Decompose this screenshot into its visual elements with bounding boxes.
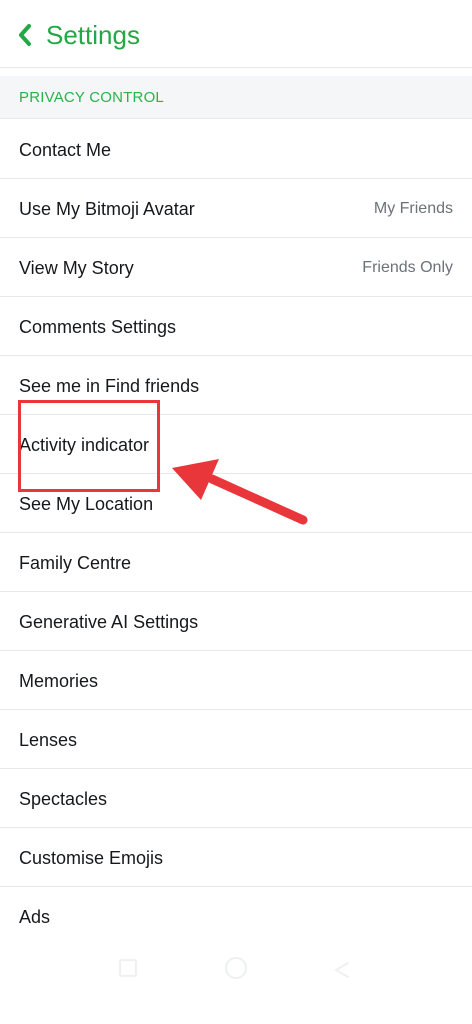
settings-row-activity-indicator[interactable]: Activity indicator [0, 415, 472, 474]
row-label: See me in Find friends [19, 376, 200, 396]
settings-row-find-friends[interactable]: See me in Find friends [0, 356, 472, 415]
app-header: Settings [0, 0, 472, 68]
home-button[interactable] [218, 950, 254, 986]
row-label: See My Location [19, 494, 154, 514]
settings-row-bitmoji-avatar[interactable]: Use My Bitmoji Avatar My Friends [0, 179, 472, 238]
settings-row-generative-ai[interactable]: Generative AI Settings [0, 592, 472, 651]
settings-row-spectacles[interactable]: Spectacles [0, 769, 472, 828]
section-header: PRIVACY CONTROL [0, 76, 472, 119]
row-label: Memories [19, 671, 99, 691]
row-label: Generative AI Settings [19, 612, 199, 632]
row-label: Use My Bitmoji Avatar [19, 199, 195, 219]
page-title: Settings [46, 20, 140, 50]
row-label: Customise Emojis [19, 848, 164, 868]
settings-row-lenses[interactable]: Lenses [0, 710, 472, 769]
settings-row-view-my-story[interactable]: View My Story Friends Only [0, 238, 472, 297]
settings-row-memories[interactable]: Memories [0, 651, 472, 710]
row-label: Comments Settings [19, 317, 177, 337]
recents-button[interactable] [110, 950, 146, 986]
row-value: My Friends [373, 200, 453, 217]
recents-icon [119, 959, 137, 977]
row-value: Friends Only [362, 259, 453, 276]
row-label: Contact Me [19, 140, 112, 160]
row-label: Activity indicator [19, 435, 150, 455]
settings-row-contact-me[interactable]: Contact Me [0, 120, 472, 179]
back-icon [335, 962, 349, 978]
system-nav-bar [0, 936, 472, 1024]
settings-row-see-my-location[interactable]: See My Location [0, 474, 472, 533]
row-label: Lenses [19, 730, 78, 750]
settings-row-family-centre[interactable]: Family Centre [0, 533, 472, 592]
section-label: PRIVACY CONTROL [19, 89, 164, 106]
row-label: Ads [19, 907, 51, 927]
settings-row-comments[interactable]: Comments Settings [0, 297, 472, 356]
row-label: Family Centre [19, 553, 132, 573]
row-label: Spectacles [19, 789, 108, 809]
chevron-left-icon [19, 24, 31, 46]
back-button[interactable] [10, 18, 40, 52]
settings-row-customise-emojis[interactable]: Customise Emojis [0, 828, 472, 887]
row-label: View My Story [19, 258, 134, 278]
home-icon [225, 957, 247, 979]
settings-list: Contact Me Use My Bitmoji Avatar My Frie… [0, 120, 472, 946]
back-nav-button[interactable] [324, 950, 360, 986]
